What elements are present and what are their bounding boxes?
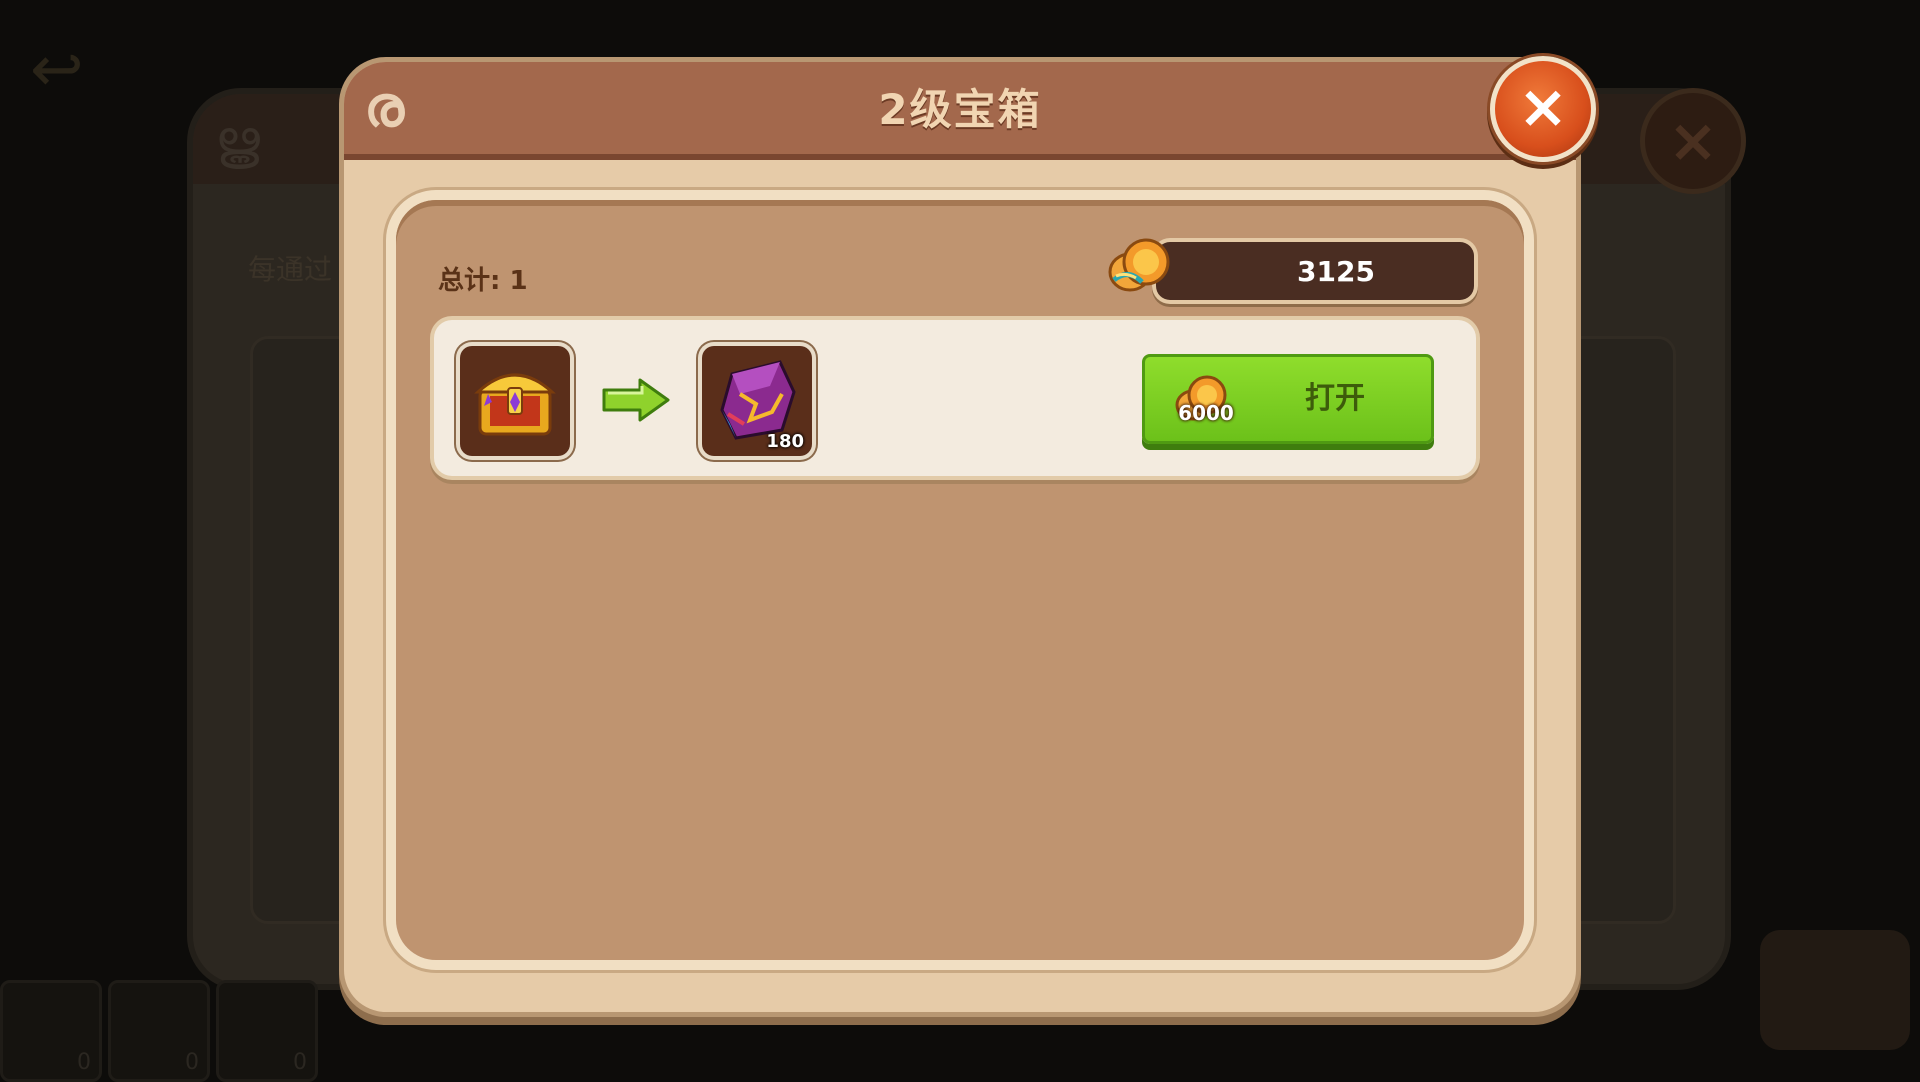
background-slot: 0 <box>108 980 210 1082</box>
currency-value: 3125 <box>1297 255 1375 288</box>
source-chest-slot <box>460 346 570 456</box>
chest-dialog: ര 2级宝箱 总计: 1 3125 180 6000 打开 <box>344 62 1576 1012</box>
golden-treasure-chest-icon <box>474 373 556 436</box>
background-slot: 0 <box>0 980 102 1082</box>
background-chest-icon <box>1760 930 1910 1050</box>
background-slot-count: 0 <box>293 1050 307 1075</box>
total-count: 总计: 1 <box>438 266 528 296</box>
open-button-label: 打开 <box>1305 381 1365 416</box>
back-arrow-icon: ↩ <box>30 33 84 107</box>
reward-item-slot: 180 <box>702 346 812 456</box>
open-cost: 6000 <box>1178 401 1234 425</box>
open-chest-button[interactable]: 6000 打开 <box>1142 354 1434 444</box>
background-swirl-icon: ൠ <box>215 110 260 170</box>
dialog-title: 2级宝箱 <box>878 85 1042 134</box>
green-arrow-right-icon <box>602 378 670 422</box>
background-hint-text: 每通过 <box>248 253 333 286</box>
dialog-content: 总计: 1 3125 180 6000 打开 <box>396 200 1524 960</box>
reward-count: 180 <box>766 431 804 452</box>
background-slot-count: 0 <box>77 1050 91 1075</box>
chest-item-row: 180 6000 打开 <box>434 320 1476 476</box>
close-dialog-button[interactable]: × <box>1490 56 1596 162</box>
dialog-titlebar: ര 2级宝箱 <box>344 62 1576 160</box>
background-slot-count: 0 <box>185 1050 199 1075</box>
background-close-icon: × <box>1640 88 1746 194</box>
currency-bar: 3125 <box>1156 242 1474 300</box>
background-slot: 0 <box>216 980 318 1082</box>
gold-coins-icon <box>1108 238 1170 292</box>
